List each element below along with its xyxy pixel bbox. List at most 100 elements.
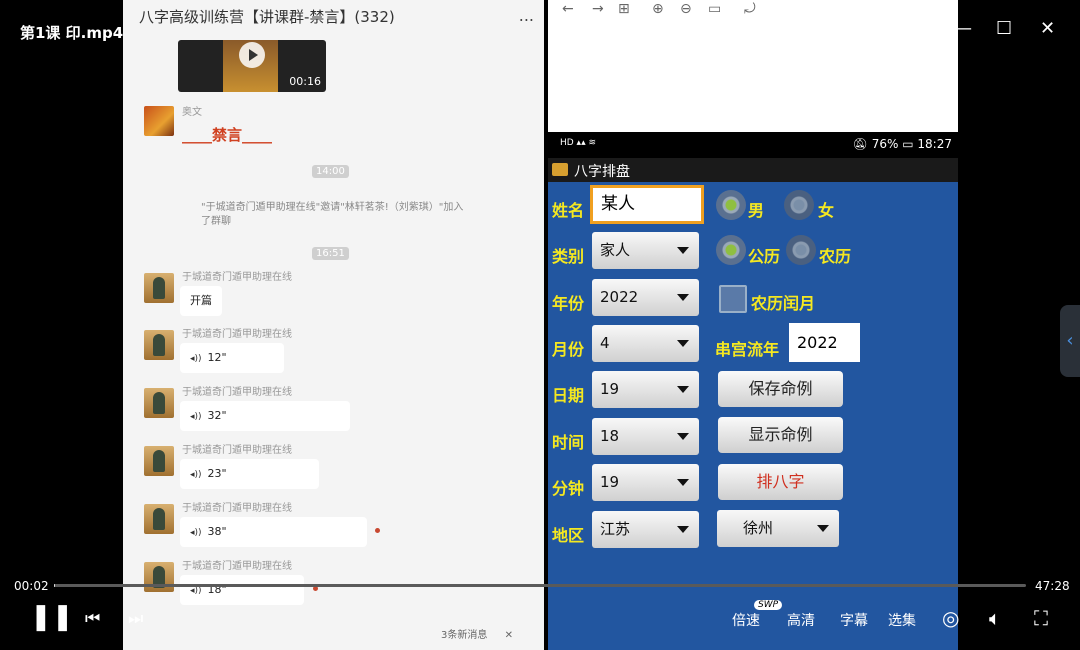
year-select[interactable]: 2022	[592, 279, 699, 316]
more-icon: ...	[518, 6, 534, 25]
close-icon[interactable]: ✕	[1040, 18, 1055, 39]
hour-label: 时间	[552, 433, 585, 452]
video-player: 八字高级训练营【讲课群-禁言】(332) ... 00:16 奥文 ____禁言…	[0, 0, 1080, 650]
minimize-icon[interactable]: —	[954, 18, 972, 39]
minute-select[interactable]: 19	[592, 464, 699, 501]
bazi-form: 姓名 某人 男 女 类别 家人 公历 农历 年份 2022 农历闰月 月份 4 …	[548, 182, 958, 650]
video-title: 第1课 印.mp4	[20, 24, 124, 42]
show-case-button[interactable]: 显示命例	[718, 417, 843, 453]
pin-icon[interactable]: ⊣	[906, 18, 922, 39]
name-input[interactable]: 某人	[590, 185, 704, 224]
sender-name: 于城道奇门遁甲助理在线	[182, 387, 292, 398]
avatar	[144, 106, 174, 136]
unread-dot	[375, 528, 380, 533]
subtitle-button[interactable]: 字幕	[840, 610, 868, 630]
voice-duration: 38"	[207, 525, 227, 538]
app-icon	[552, 163, 568, 176]
solar-radio[interactable]	[716, 235, 746, 265]
female-radio[interactable]	[784, 190, 814, 220]
status-right: 🔕︎ 76% ▭ 18:27	[853, 137, 952, 151]
hour-select[interactable]: 18	[592, 418, 699, 455]
chevron-down-icon	[677, 386, 689, 393]
leap-month-label: 农历闰月	[751, 294, 816, 313]
voice-duration: 32"	[207, 409, 227, 422]
city-value: 徐州	[743, 519, 774, 537]
forward-icon: →	[592, 1, 604, 17]
download-icon[interactable]: ⤓	[761, 18, 769, 39]
picture-in-picture-icon[interactable]: ⧉	[862, 18, 875, 39]
voice-icon: ◂))	[190, 586, 202, 596]
app-title-bar: 八字排盘	[548, 158, 958, 182]
save-case-button[interactable]: 保存命例	[718, 371, 843, 407]
voice-message: ◂)) 18"	[180, 575, 304, 605]
category-select[interactable]: 家人	[592, 232, 699, 269]
mute-icon: 🔕︎	[852, 137, 872, 151]
leap-month-checkbox[interactable]	[719, 285, 747, 313]
voice-message: ◂)) 23"	[180, 459, 319, 489]
pause-icon[interactable]: ❚❚	[30, 604, 74, 630]
voice-icon: ◂))	[190, 528, 202, 538]
name-label: 姓名	[552, 201, 585, 220]
compute-bazi-button[interactable]: 排八字	[718, 464, 843, 500]
browser-toolbar: ← → ⊞ ⊕ ⊖ ▭ ⤾	[548, 0, 958, 22]
category-label: 类别	[552, 247, 585, 266]
category-value: 家人	[600, 241, 631, 259]
voice-message: ◂)) 32"	[180, 401, 350, 431]
app-title: 八字排盘	[574, 164, 630, 180]
side-collapse-icon[interactable]: ‹	[1060, 305, 1080, 377]
new-messages-text: 3条新消息	[441, 630, 488, 641]
video-message: 00:16	[178, 40, 326, 92]
flow-year-label: 串宫流年	[715, 340, 780, 359]
time-divider: 14:00	[312, 165, 349, 178]
minute-value: 19	[600, 473, 620, 491]
voice-message: ◂)) 12"	[180, 343, 284, 373]
battery-icon: ▭	[902, 137, 914, 151]
battery-level: 76%	[871, 137, 899, 151]
speed-button[interactable]: 倍速	[732, 610, 760, 630]
sender-name: 于城道奇门遁甲助理在线	[182, 272, 292, 283]
zoom-in-icon: ⊕	[652, 1, 664, 17]
flow-year-input[interactable]: 2022	[789, 323, 860, 362]
chevron-down-icon	[677, 479, 689, 486]
next-icon[interactable]: ⏭︎	[128, 609, 143, 629]
chevron-down-icon	[677, 526, 689, 533]
minute-label: 分钟	[552, 479, 585, 498]
time-total: 47:28	[1035, 579, 1070, 593]
share-icon[interactable]: ⟨	[716, 18, 723, 39]
fullscreen-icon[interactable]: ⛶	[1034, 606, 1048, 630]
voice-message: ◂)) 38"	[180, 517, 367, 547]
grid-icon: ⊞	[618, 1, 630, 17]
year-value: 2022	[600, 288, 639, 306]
volume-icon[interactable]: 🔈︎	[989, 606, 1001, 630]
day-select[interactable]: 19	[592, 371, 699, 408]
play-icon	[239, 42, 265, 68]
male-radio[interactable]	[716, 190, 746, 220]
progress-bar[interactable]	[54, 584, 1026, 587]
more-icon[interactable]: ⋯	[805, 18, 823, 39]
episodes-button[interactable]: 选集	[888, 610, 916, 630]
chevron-down-icon	[677, 247, 689, 254]
system-message: "于城道奇门遁甲助理在线"邀请"林轩茗茶!（刘紫琪）"加入了群聊	[201, 202, 464, 227]
signal-icon: HD ▴▴ ≋	[560, 138, 596, 148]
chevron-down-icon	[677, 340, 689, 347]
sender-name: 于城道奇门遁甲助理在线	[182, 445, 292, 456]
lunar-radio[interactable]	[786, 235, 816, 265]
banned-message: ____禁言____	[182, 126, 273, 144]
avatar	[144, 273, 174, 303]
maximize-icon[interactable]: ☐	[996, 18, 1012, 39]
month-select[interactable]: 4	[592, 325, 699, 362]
quality-button[interactable]: 高清	[787, 610, 815, 630]
avatar	[144, 330, 174, 360]
day-value: 19	[600, 380, 620, 398]
avatar	[144, 504, 174, 534]
settings-icon[interactable]: ◎	[942, 606, 959, 630]
prev-icon[interactable]: ⏮︎	[85, 609, 100, 629]
time-current: 00:02	[14, 579, 49, 593]
close-icon: ✕	[504, 630, 513, 641]
month-label: 月份	[552, 340, 585, 359]
voice-icon: ◂))	[190, 470, 202, 480]
chevron-down-icon	[817, 525, 829, 532]
city-select[interactable]: 徐州	[717, 510, 839, 547]
solar-label: 公历	[748, 247, 781, 266]
province-select[interactable]: 江苏	[592, 511, 699, 548]
